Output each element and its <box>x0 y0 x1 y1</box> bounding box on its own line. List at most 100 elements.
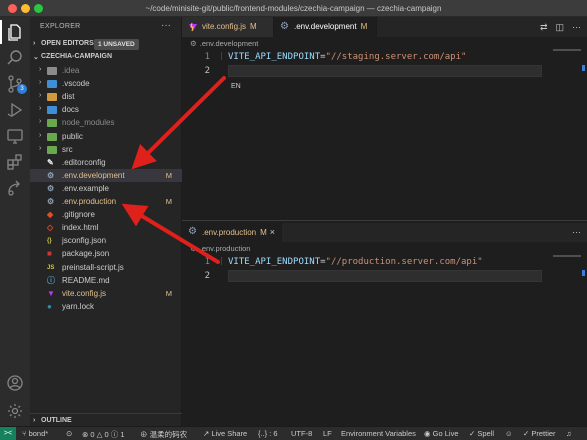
tree-item[interactable]: ▼ vite.config.js M <box>30 287 182 300</box>
json-icon: {} <box>47 238 52 245</box>
more-actions-icon[interactable]: ··· <box>572 227 581 237</box>
tree-item[interactable]: ● yarn.lock <box>30 300 182 313</box>
html-icon: ◇ <box>47 223 54 233</box>
open-editors-section[interactable]: › OPEN EDITORS 1 UNSAVED <box>30 38 182 51</box>
compare-icon[interactable]: ⇄ <box>540 22 548 32</box>
chevron-right-icon: › <box>39 131 42 139</box>
tab-status: M <box>250 22 257 31</box>
tree-item[interactable]: ◇ index.html <box>30 221 182 234</box>
tree-item[interactable]: JS preinstall-script.js <box>30 261 182 274</box>
env-value: "//staging.server.com/api" <box>325 52 467 62</box>
extensions-icon[interactable] <box>5 152 25 172</box>
tree-item[interactable]: ■ package.json <box>30 247 182 260</box>
problems-indicator[interactable]: ⊗ 0 △ 0 ⓘ 1 <box>82 429 125 440</box>
run-debug-icon[interactable] <box>5 100 25 120</box>
unsaved-badge: 1 UNSAVED <box>94 39 139 50</box>
go-live-button[interactable]: ◉ Go Live <box>424 429 459 438</box>
ime-indicator: EN <box>231 83 241 90</box>
outline-section[interactable]: › OUTLINE <box>30 413 182 426</box>
sync-icon[interactable]: ⊙ <box>66 429 72 438</box>
tree-item[interactable]: ◆ .gitignore <box>30 208 182 221</box>
breadcrumb-bottom[interactable]: ⚙ .env.production <box>190 244 250 253</box>
tree-item-label: .env.production <box>62 197 117 206</box>
project-label: CZECHIA-CAMPAIGN <box>41 53 113 60</box>
tree-item-label: yarn.lock <box>62 301 95 311</box>
minimap[interactable] <box>553 255 581 257</box>
account-icon[interactable] <box>5 373 25 393</box>
chevron-right-icon: › <box>39 92 42 100</box>
line-number: 2 <box>204 66 210 76</box>
folder-icon <box>47 145 57 155</box>
accounts-status-icon[interactable]: ☺ <box>505 429 513 438</box>
live-share-button[interactable]: ↗ Live Share <box>203 429 247 438</box>
tree-item[interactable]: › docs <box>30 103 182 116</box>
scrollbar-marker <box>582 270 585 276</box>
encoding-indicator[interactable]: UTF-8 <box>291 429 312 438</box>
vite-icon: ▼ <box>47 288 55 298</box>
author-indicator[interactable]: ⊕ 温柔的码农 <box>140 429 187 440</box>
chevron-down-icon: ⌄ <box>33 54 39 61</box>
tab-bar-bottom: ⚙ .env.production M × ··· <box>182 223 587 242</box>
code-line-1[interactable]: VITE_API_ENDPOINT="//staging.server.com/… <box>228 52 466 62</box>
files-icon[interactable] <box>5 22 25 42</box>
more-actions-icon[interactable]: ··· <box>572 22 581 32</box>
tree-item-label: package.json <box>62 249 110 259</box>
tree-item-label: src <box>62 144 73 154</box>
tab-label: vite.config.js <box>202 22 247 31</box>
tree-item[interactable]: › public <box>30 130 182 143</box>
minimap[interactable] <box>553 49 581 51</box>
gear-icon: ⚙ <box>280 21 289 32</box>
more-actions-icon[interactable]: ··· <box>161 20 171 31</box>
remote-explorer-icon[interactable] <box>5 126 25 146</box>
eol-indicator[interactable]: LF <box>323 429 332 438</box>
editor-split-divider[interactable] <box>182 220 587 221</box>
branch-indicator[interactable]: ⑂ bond* <box>22 429 48 438</box>
env-vars-indicator[interactable]: Environment Variables <box>341 429 416 438</box>
tree-item[interactable]: ✎ .editorconfig <box>30 156 182 169</box>
tree-item[interactable]: ⚙ .env.example <box>30 182 182 195</box>
code-line-1-bottom[interactable]: VITE_API_ENDPOINT="//production.server.c… <box>228 257 483 267</box>
project-section[interactable]: ⌄ CZECHIA-CAMPAIGN <box>30 51 182 64</box>
remote-indicator[interactable]: >< <box>0 427 16 440</box>
tree-item-label: .gitignore <box>62 210 95 220</box>
tree-item[interactable]: › src <box>30 143 182 156</box>
scrollbar-marker <box>582 65 585 71</box>
tree-item[interactable]: ⚙ .env.production M <box>30 195 182 208</box>
spell-button[interactable]: ✓ Spell <box>469 429 494 438</box>
tree-item[interactable]: ⚙ .env.development M <box>30 168 182 182</box>
bell-icon[interactable]: ♫ <box>566 429 572 438</box>
editor-actions-bottom: ··· <box>564 227 581 237</box>
prettier-button[interactable]: ✓ Prettier <box>523 429 556 438</box>
tab-label: .env.development <box>294 22 357 31</box>
current-line-highlight[interactable] <box>228 65 542 77</box>
info-count: 1 <box>120 430 125 439</box>
tree-item[interactable]: › .vscode <box>30 77 182 90</box>
git-icon: ◆ <box>47 210 54 220</box>
close-icon[interactable]: × <box>270 223 275 242</box>
yarn-icon: ● <box>47 301 52 311</box>
breadcrumb[interactable]: ⚙ .env.development <box>190 39 258 48</box>
tab-vite-config[interactable]: vite.config.js M <box>182 17 274 37</box>
tab-env-development[interactable]: ⚙ .env.development M <box>274 17 377 37</box>
selection-indicator[interactable]: {..} : 6 <box>258 429 278 438</box>
tab-label: .env.production <box>202 228 257 237</box>
live-share-icon[interactable] <box>5 178 25 198</box>
tree-item[interactable]: {} jsconfig.json <box>30 234 182 247</box>
source-control-icon[interactable]: 3 <box>5 74 27 94</box>
tree-item[interactable]: › dist <box>30 90 182 103</box>
tree-item[interactable]: ⓘ README.md <box>30 274 182 287</box>
env-key: VITE_API_ENDPOINT <box>228 52 321 62</box>
folder-icon <box>47 66 57 76</box>
activity-bar: 3 <box>0 17 30 426</box>
tree-item[interactable]: › .idea <box>30 64 182 77</box>
error-count: 0 <box>90 430 95 439</box>
search-icon[interactable] <box>5 48 25 68</box>
tree-item-label: docs <box>62 105 79 115</box>
tab-env-production[interactable]: ⚙ .env.production M × <box>182 223 282 242</box>
current-line-highlight[interactable] <box>228 270 542 282</box>
tree-item-label: .vscode <box>62 79 90 89</box>
tree-item-label: preinstall-script.js <box>62 262 124 272</box>
tree-item[interactable]: › node_modules <box>30 116 182 129</box>
split-editor-icon[interactable]: ◫ <box>555 22 564 32</box>
gear-icon[interactable] <box>5 401 25 421</box>
